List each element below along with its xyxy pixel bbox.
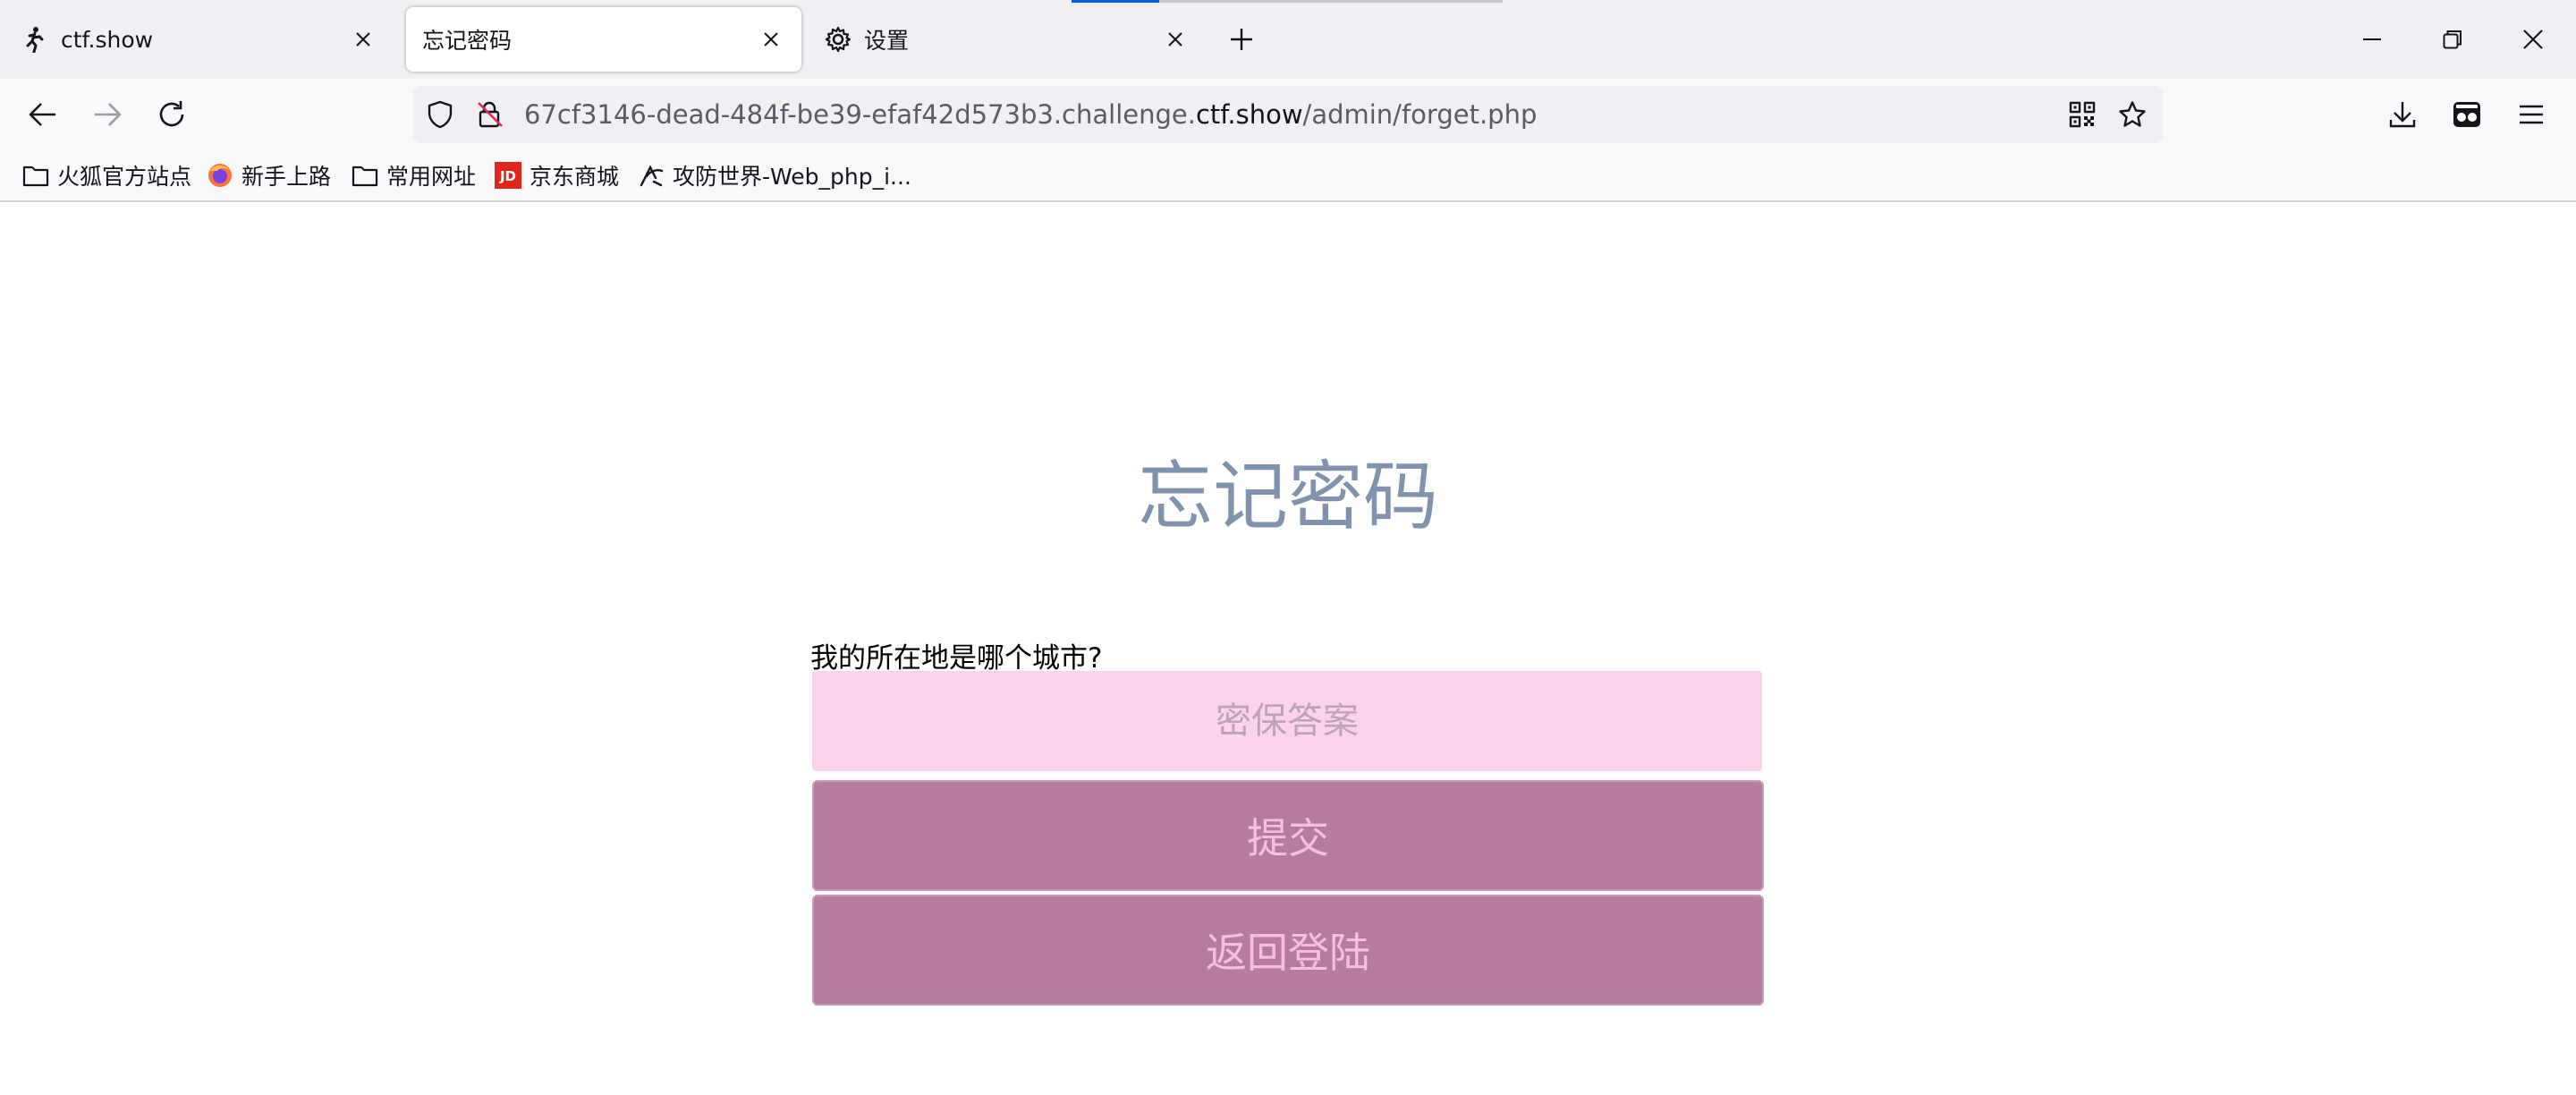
- ctfshow-runner-icon: [21, 26, 48, 53]
- close-window-button[interactable]: [2504, 13, 2562, 66]
- url-path: /admin/forget.php: [1302, 99, 1538, 130]
- jd-icon: JD: [494, 161, 522, 190]
- gear-icon: [825, 26, 852, 53]
- folder-icon: [21, 161, 50, 190]
- adworld-icon: [637, 161, 665, 190]
- svg-text:JD: JD: [499, 168, 516, 184]
- bookmark-star-icon[interactable]: [2116, 98, 2148, 131]
- page-content: 忘记密码 我的所在地是哪个城市? 提交 返回登陆: [0, 202, 2576, 1095]
- submit-button[interactable]: 提交: [812, 780, 1764, 891]
- close-icon[interactable]: [753, 21, 789, 57]
- insecure-lock-icon[interactable]: [474, 98, 506, 131]
- hamburger-menu-icon: [2520, 105, 2543, 124]
- extension-mask-icon: [2453, 102, 2480, 127]
- bookmark-item[interactable]: 常用网址: [351, 157, 476, 193]
- close-icon: [2523, 30, 2543, 49]
- bookmark-item[interactable]: 火狐官方站点: [21, 157, 191, 193]
- security-question-label: 我的所在地是哪个城市?: [810, 642, 1103, 675]
- minimize-button[interactable]: [2343, 13, 2401, 66]
- bookmark-label: 京东商城: [530, 164, 620, 190]
- tab-settings[interactable]: 设置: [807, 7, 1206, 72]
- downloads-button[interactable]: [2379, 91, 2426, 138]
- address-bar[interactable]: 67cf3146-dead-484f-be39-efaf42d573b3.cha…: [413, 86, 2163, 143]
- plus-icon: [1231, 29, 1252, 50]
- bookmark-item[interactable]: 攻防世界-Web_php_i...: [637, 157, 911, 193]
- close-icon[interactable]: [1157, 21, 1193, 57]
- restore-button[interactable]: [2424, 13, 2481, 66]
- back-button[interactable]: [20, 91, 66, 138]
- arrow-left-icon: [29, 103, 55, 126]
- tab-strip: ctf.show 忘记密码 设置: [0, 0, 2576, 79]
- forward-button[interactable]: [84, 91, 131, 138]
- tab-title: ctf.show: [61, 26, 154, 53]
- app-menu-button[interactable]: [2508, 91, 2555, 138]
- minimize-icon: [2363, 38, 2381, 40]
- tab-title: 忘记密码: [422, 28, 513, 54]
- url-prefix: 67cf3146-dead-484f-be39-efaf42d573b3.cha…: [524, 99, 1196, 130]
- bookmark-label: 新手上路: [242, 164, 332, 190]
- download-icon: [2389, 102, 2416, 128]
- tab-divider-line: [1159, 0, 1503, 3]
- security-answer-input[interactable]: [812, 671, 1762, 771]
- close-icon[interactable]: [345, 21, 381, 57]
- new-tab-button[interactable]: [1220, 20, 1263, 59]
- back-to-login-button[interactable]: 返回登陆: [812, 895, 1764, 1006]
- tab-loading-indicator: [1072, 0, 1159, 3]
- arrow-right-icon: [95, 103, 122, 126]
- shield-icon[interactable]: [424, 98, 456, 131]
- folder-icon: [351, 161, 379, 190]
- navigation-toolbar: 67cf3146-dead-484f-be39-efaf42d573b3.cha…: [0, 79, 2576, 150]
- bookmarks-toolbar: 火狐官方站点 新手上路 常用网址 JD 京东商城 攻防世界-Web_php_i.…: [0, 150, 2576, 202]
- bookmark-label: 常用网址: [386, 164, 477, 190]
- bookmark-label: 火狐官方站点: [57, 164, 192, 190]
- tab-forget-password[interactable]: 忘记密码: [406, 7, 801, 72]
- firefox-icon: [206, 161, 234, 190]
- restore-icon: [2443, 30, 2462, 49]
- bookmark-label: 攻防世界-Web_php_i...: [673, 164, 911, 190]
- qr-code-icon[interactable]: [2066, 98, 2098, 131]
- bookmark-item[interactable]: 新手上路: [206, 157, 331, 193]
- reload-button[interactable]: [148, 91, 195, 138]
- tab-ctfshow[interactable]: ctf.show: [4, 7, 394, 72]
- page-title: 忘记密码: [1137, 453, 1438, 540]
- extension-button[interactable]: [2444, 91, 2490, 138]
- bookmark-item[interactable]: JD 京东商城: [494, 157, 619, 193]
- reload-icon: [159, 101, 184, 127]
- url-text[interactable]: 67cf3146-dead-484f-be39-efaf42d573b3.cha…: [524, 86, 1537, 143]
- tab-title: 设置: [864, 28, 910, 54]
- url-domain: ctf.show: [1195, 99, 1303, 130]
